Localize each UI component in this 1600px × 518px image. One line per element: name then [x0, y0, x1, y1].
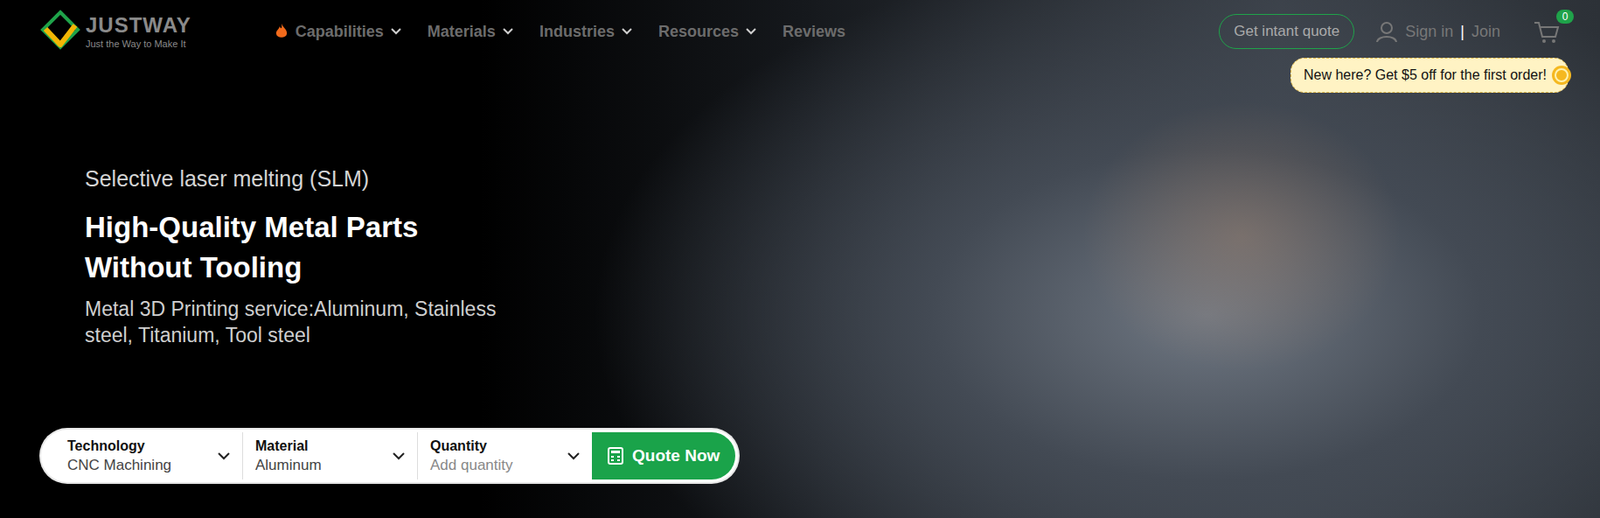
chevron-down-icon [621, 27, 633, 35]
user-icon [1375, 20, 1399, 43]
quote-now-button[interactable]: Quote Now [591, 431, 736, 480]
logo-icon [38, 9, 83, 54]
chevron-down-icon [390, 27, 402, 35]
hero-description: Metal 3D Printing service:Aluminum, Stai… [84, 296, 549, 349]
quote-form: TechnologyCNC MachiningMaterialAluminumQ… [41, 429, 738, 482]
chevron-down-icon [392, 452, 405, 460]
coin-icon [1550, 63, 1573, 87]
nav-item[interactable]: Capabilities [274, 22, 402, 42]
nav-item[interactable]: Materials [427, 22, 514, 42]
chevron-down-icon [502, 27, 514, 35]
site-header: JUSTWAY Just the Way to Make It Capabiliti… [0, 0, 1600, 63]
header-actions: Get intant quote Sign in | Join 0 [1218, 13, 1566, 49]
hero: Selective laser melting (SLM) High-Qualit… [0, 62, 1600, 482]
account: Sign in | Join [1375, 20, 1501, 43]
chevron-down-icon [217, 452, 230, 460]
hero-eyebrow: Selective laser melting (SLM) [84, 166, 369, 192]
logo[interactable]: JUSTWAY Just the Way to Make It [38, 9, 192, 54]
chevron-down-icon [745, 27, 757, 35]
form-select[interactable]: MaterialAluminum [242, 431, 418, 480]
hero-title: High-Quality Metal PartsWithout Tooling [84, 207, 418, 288]
nav-item[interactable]: Reviews [782, 22, 846, 42]
logo-name: JUSTWAY [85, 14, 192, 36]
chevron-down-icon [567, 452, 580, 460]
join-link[interactable]: Join [1471, 22, 1501, 42]
fire-icon [274, 22, 289, 41]
landing-page: JUSTWAY Just the Way to Make It Capabiliti… [0, 0, 1600, 518]
promo-tooltip: New here? Get $5 off for the first order… [1290, 57, 1569, 93]
nav-item[interactable]: Industries [539, 22, 633, 42]
form-select[interactable]: TechnologyCNC Machining [67, 431, 243, 480]
instant-quote-button[interactable]: Get intant quote [1218, 13, 1355, 49]
nav-item[interactable]: Resources [658, 22, 757, 42]
cart-count-badge: 0 [1556, 9, 1574, 24]
account-separator: | [1460, 22, 1465, 42]
main-nav: Capabilities Materials Industries Resources… [274, 22, 846, 42]
cart-icon [1533, 20, 1560, 45]
logo-tagline: Just the Way to Make It [85, 38, 192, 49]
sign-in-link[interactable]: Sign in [1405, 22, 1454, 42]
cart[interactable]: 0 [1533, 14, 1566, 49]
form-select[interactable]: QuantityAdd quantity [417, 431, 592, 480]
calculator-icon [607, 446, 624, 465]
